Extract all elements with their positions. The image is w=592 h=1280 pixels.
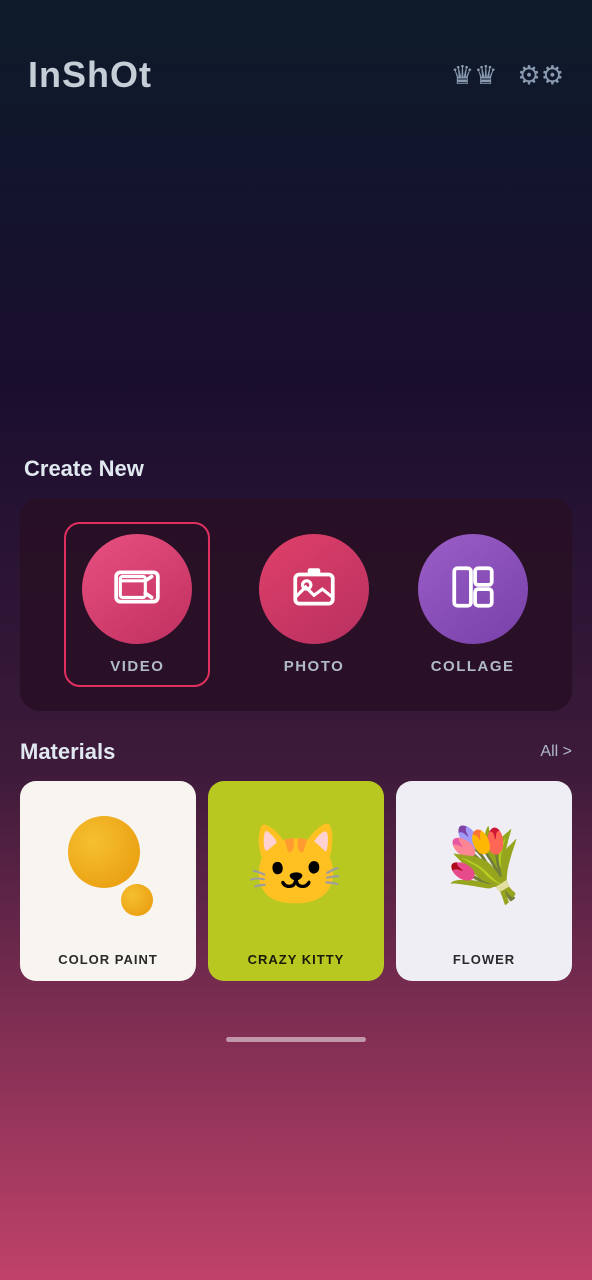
collage-icon	[448, 562, 498, 617]
video-label: VIDEO	[110, 658, 164, 675]
collage-icon-circle	[418, 534, 528, 644]
crazy-kitty-label: CRAZY KITTY	[242, 942, 351, 981]
cat-icon: 🐱	[246, 819, 346, 913]
materials-title: Materials	[20, 739, 115, 765]
video-icon	[112, 562, 162, 617]
material-color-paint[interactable]: COLOR PAINT	[20, 781, 196, 981]
photo-icon	[289, 562, 339, 617]
create-new-title: Create New	[20, 456, 572, 482]
flower-label: FLOWER	[447, 942, 521, 981]
collage-label: COLLAGE	[431, 658, 515, 675]
create-collage-item[interactable]: COLLAGE	[418, 534, 528, 675]
settings-icon[interactable]: ⚙	[517, 60, 564, 91]
main-content: Create New VIDEO	[0, 456, 592, 981]
paint-blob-small	[121, 884, 153, 916]
photo-label: PHOTO	[284, 658, 345, 675]
bottom-bar	[0, 1021, 592, 1058]
materials-grid: COLOR PAINT 🐱 CRAZY KITTY 💐 FLOWER	[20, 781, 572, 981]
photo-icon-circle	[259, 534, 369, 644]
header: InShOt ♛ ⚙	[0, 0, 592, 116]
material-crazy-kitty[interactable]: 🐱 CRAZY KITTY	[208, 781, 384, 981]
color-paint-image	[20, 781, 196, 942]
crazy-kitty-image: 🐱	[208, 781, 384, 942]
app-logo: InShOt	[28, 54, 152, 96]
home-indicator	[226, 1037, 366, 1042]
video-icon-circle	[82, 534, 192, 644]
crown-icon[interactable]: ♛	[451, 60, 498, 91]
color-paint-label: COLOR PAINT	[52, 942, 164, 981]
all-materials-link[interactable]: All >	[540, 743, 572, 761]
flower-icon: 💐	[440, 825, 527, 907]
create-new-card: VIDEO PHOTO	[20, 498, 572, 711]
paint-blob-large	[68, 816, 140, 888]
create-photo-item[interactable]: PHOTO	[259, 534, 369, 675]
material-flower[interactable]: 💐 FLOWER	[396, 781, 572, 981]
flower-image: 💐	[396, 781, 572, 942]
materials-header: Materials All >	[20, 739, 572, 765]
create-video-item[interactable]: VIDEO	[64, 522, 210, 687]
header-actions: ♛ ⚙	[451, 60, 564, 91]
paint-blob-icon	[63, 816, 153, 916]
